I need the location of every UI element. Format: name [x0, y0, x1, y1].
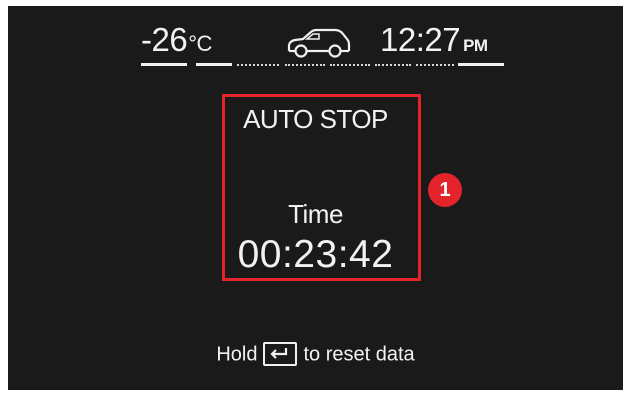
status-segment: [196, 63, 232, 66]
temperature-unit: °C: [188, 31, 212, 56]
callout-badge: 1: [428, 173, 462, 207]
outside-temperature: -26°C: [141, 20, 212, 64]
status-segment: [285, 64, 325, 66]
status-bar: -26°C 12:27 PM: [8, 6, 623, 72]
status-segment: [141, 63, 187, 66]
time-value: 00:23:42: [237, 233, 394, 276]
status-segment: [375, 64, 411, 66]
cluster-display: -26°C 12:27 PM AUTO STOP Time 00:23:42 1 …: [8, 6, 623, 390]
status-segment: [458, 63, 504, 66]
reset-hint: Hold to reset data: [8, 342, 623, 368]
clock-time: 12:27: [380, 21, 461, 58]
clock: 12:27 PM: [380, 20, 488, 66]
auto-stop-title: AUTO STOP: [243, 104, 388, 134]
status-segment: [237, 64, 279, 66]
status-segment: [330, 64, 370, 66]
status-segment: [416, 64, 454, 66]
hint-prefix: Hold: [216, 343, 258, 366]
temperature-value: -26: [141, 21, 188, 58]
enter-key-icon: [263, 342, 298, 366]
hint-suffix: to reset data: [303, 343, 415, 366]
clock-period: PM: [463, 36, 488, 55]
car-icon: [287, 28, 351, 58]
time-label: Time: [288, 199, 343, 229]
